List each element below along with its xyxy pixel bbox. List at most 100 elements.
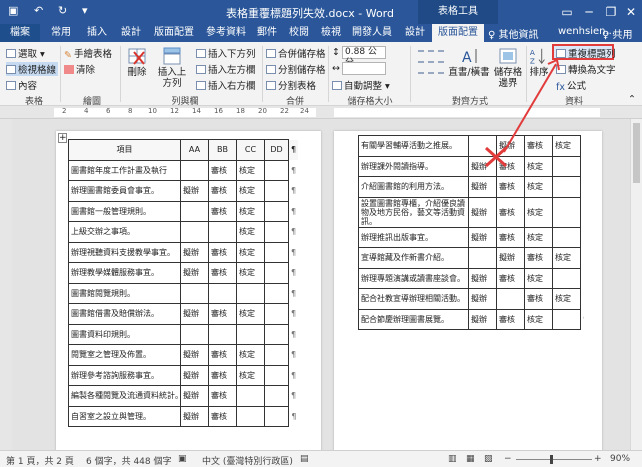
table-cell-item[interactable]: 辦理專題演講或讀書座談會。: [358, 267, 469, 289]
page-count[interactable]: 第 1 頁，共 2 頁: [6, 454, 74, 467]
table-cell-status[interactable]: [180, 323, 209, 345]
save-icon[interactable]: ▣: [8, 4, 18, 17]
table-cell-item[interactable]: 配合節慶辦理圖書展覽。: [358, 308, 469, 330]
table-cell-status[interactable]: 擬辦: [180, 385, 209, 407]
undo-icon[interactable]: ↶: [34, 4, 43, 17]
table-cell-status[interactable]: [236, 282, 265, 304]
scrollbar-thumb[interactable]: [633, 123, 640, 183]
table-cell-status[interactable]: 審核: [524, 135, 553, 157]
table-cell-status[interactable]: [208, 323, 237, 345]
table-cell-status[interactable]: [264, 385, 289, 407]
table-cell-status[interactable]: 審核: [496, 155, 525, 177]
table-cell-status[interactable]: [264, 180, 289, 202]
zoom-in-icon[interactable]: +: [594, 454, 602, 464]
merge-cells-button[interactable]: 合併儲存格: [266, 46, 326, 60]
table-cell-status[interactable]: [552, 155, 581, 177]
table-cell-status[interactable]: [496, 288, 525, 310]
table-cell-status[interactable]: [468, 247, 497, 269]
tab-mailings[interactable]: 郵件: [252, 24, 282, 42]
page-2[interactable]: 有關學習輔導活動之推展。擬辦審核核定¶辦理課外閱讀指導。擬辦審核核定¶介紹圖書館…: [334, 131, 602, 450]
table-cell-item[interactable]: 圖書館借書及賠償辦法。: [68, 303, 181, 325]
table-cell-status[interactable]: 核定: [524, 176, 553, 198]
table-cell-item[interactable]: 自習室之設立與管理。: [68, 405, 181, 427]
sort-button[interactable]: AZ 排序: [528, 46, 550, 78]
table-cell-status[interactable]: [264, 405, 289, 427]
table-cell-item[interactable]: 辦理教學媒體服務事宜。: [68, 262, 181, 284]
table-cell-item[interactable]: 圖書館年度工作計畫及執行: [68, 159, 181, 181]
table-cell-status[interactable]: 擬辦: [180, 180, 209, 202]
tab-file[interactable]: 檔案: [0, 24, 40, 42]
header-cell-aa[interactable]: AA: [180, 139, 209, 161]
table-cell-status[interactable]: [180, 282, 209, 304]
table-cell-status[interactable]: [208, 221, 237, 243]
cell-margins-button[interactable]: 儲存格邊界: [492, 46, 524, 89]
tab-home[interactable]: 常用: [42, 24, 80, 42]
table-cell-status[interactable]: 擬辦: [468, 155, 497, 177]
table-cell-item[interactable]: 辦理課外閱讀指導。: [358, 155, 469, 177]
table-cell-status[interactable]: 審核: [524, 247, 553, 269]
table-cell-status[interactable]: [264, 159, 289, 181]
tab-table-design[interactable]: 設計: [400, 24, 430, 42]
horizontal-ruler[interactable]: 2 4 6 8 10 12 14 16 18 20 22 24: [0, 106, 642, 119]
table-cell-item[interactable]: 辦理參考諮詢服務事宜。: [68, 364, 181, 386]
table-cell-status[interactable]: 核定: [236, 221, 265, 243]
table-cell-status[interactable]: 擬辦: [180, 364, 209, 386]
repeat-header-rows-button[interactable]: 重複標題列: [556, 46, 616, 60]
table-cell-item[interactable]: 介紹圖書館的利用方法。: [358, 176, 469, 198]
read-mode-icon[interactable]: ▥: [448, 454, 457, 464]
table-cell-status[interactable]: 審核: [208, 180, 237, 202]
table-cell-status[interactable]: [552, 308, 581, 330]
tell-me-search[interactable]: ♀ 其他資訊: [488, 26, 539, 41]
table-cell-status[interactable]: 擬辦: [180, 303, 209, 325]
column-width-input[interactable]: [342, 62, 386, 75]
tab-review[interactable]: 校閱: [282, 24, 316, 42]
zoom-slider[interactable]: [516, 459, 592, 460]
table-cell-status[interactable]: 擬辦: [180, 405, 209, 427]
collapse-ribbon-icon[interactable]: ⌃: [628, 94, 636, 105]
table-cell-status[interactable]: [552, 226, 581, 248]
zoom-slider-thumb[interactable]: [550, 455, 553, 464]
table-page-2[interactable]: 有關學習輔導活動之推展。擬辦審核核定¶辦理課外閱讀指導。擬辦審核核定¶介紹圖書館…: [358, 135, 584, 330]
table-page-1[interactable]: 項目 AA BB CC DD ¶ 圖書館年度工作計畫及執行 審核 核定 ¶ 辦理圖書館委…: [68, 139, 299, 427]
table-cell-item[interactable]: 辦理視聽資料支援教學事宜。: [68, 241, 181, 263]
table-cell-status[interactable]: 核定: [524, 226, 553, 248]
table-cell-status[interactable]: [180, 159, 209, 181]
table-cell-status[interactable]: 擬辦: [468, 196, 497, 228]
zoom-out-icon[interactable]: −: [504, 454, 512, 464]
table-cell-status[interactable]: 擬辦: [468, 288, 497, 310]
table-cell-status[interactable]: 核定: [524, 308, 553, 330]
select-button[interactable]: 選取 ▾: [6, 46, 45, 60]
table-cell-status[interactable]: [264, 221, 289, 243]
table-cell-status[interactable]: [264, 323, 289, 345]
table-cell-status[interactable]: 擬辦: [468, 267, 497, 289]
table-cell-status[interactable]: 審核: [208, 364, 237, 386]
tab-view[interactable]: 檢視: [316, 24, 346, 42]
table-cell-status[interactable]: 審核: [496, 308, 525, 330]
table-cell-status[interactable]: 審核: [208, 241, 237, 263]
table-cell-status[interactable]: [236, 323, 265, 345]
table-cell-status[interactable]: 擬辦: [496, 135, 525, 157]
table-cell-status[interactable]: [264, 364, 289, 386]
table-cell-item[interactable]: 辦理圖書館委員會事宜。: [68, 180, 181, 202]
text-direction-button[interactable]: A 直書/橫書: [448, 46, 490, 78]
word-count[interactable]: 6 個字，共 448 個字: [86, 454, 172, 467]
vertical-ruler[interactable]: [0, 119, 12, 450]
table-cell-status[interactable]: 審核: [208, 385, 237, 407]
table-cell-item[interactable]: 閱覽室之管理及佈置。: [68, 344, 181, 366]
table-cell-status[interactable]: 核定: [236, 303, 265, 325]
table-cell-status[interactable]: 審核: [524, 288, 553, 310]
table-cell-status[interactable]: 審核: [496, 226, 525, 248]
share-button[interactable]: ♀ 共用: [602, 26, 633, 41]
table-cell-status[interactable]: [264, 241, 289, 263]
table-cell-status[interactable]: 審核: [496, 267, 525, 289]
alignment-grid-icon[interactable]: [416, 48, 446, 78]
table-cell-status[interactable]: 核定: [236, 344, 265, 366]
delete-button[interactable]: 刪除: [124, 46, 150, 78]
table-cell-status[interactable]: 核定: [236, 241, 265, 263]
web-layout-icon[interactable]: ▧: [484, 454, 493, 464]
header-cell-item[interactable]: 項目: [68, 139, 181, 161]
table-cell-status[interactable]: [264, 344, 289, 366]
view-gridlines-button[interactable]: 檢視格線: [6, 62, 59, 76]
row-height-input[interactable]: 0.88 公分: [342, 46, 386, 68]
insert-below-button[interactable]: 插入下方列: [196, 46, 256, 60]
